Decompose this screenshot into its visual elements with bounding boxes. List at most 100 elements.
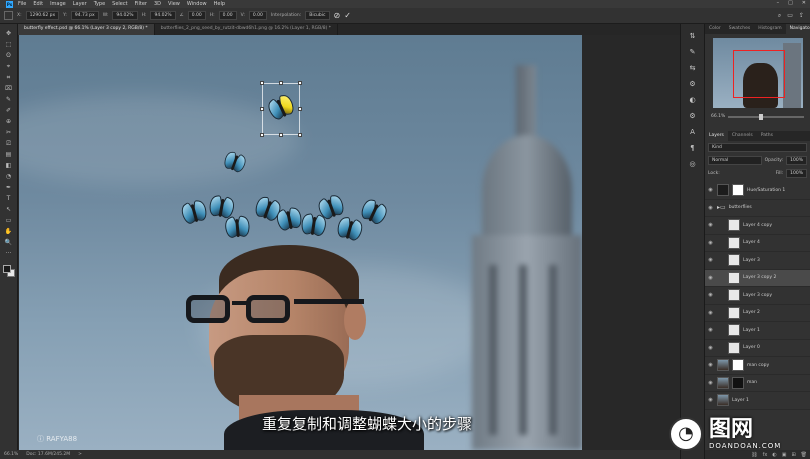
width-field[interactable]: 94.02% <box>112 11 138 20</box>
blend-mode-select[interactable]: Normal <box>708 156 762 165</box>
search-icon[interactable]: ⌕ <box>778 12 781 20</box>
layer-kind-filter[interactable]: Kind <box>708 143 807 152</box>
maximize-button[interactable]: □ <box>788 0 793 6</box>
layer-row[interactable]: ◉ Hue/Saturation 1 <box>705 182 810 200</box>
layer-row[interactable]: ◉ man <box>705 375 810 392</box>
close-button[interactable]: ✕ <box>802 0 806 6</box>
visibility-eye-icon[interactable]: ◉ <box>707 187 714 193</box>
visibility-eye-icon[interactable]: ◉ <box>707 257 714 263</box>
eraser-tool-icon[interactable]: ▤ <box>4 151 14 159</box>
menu-filter[interactable]: Filter <box>135 1 147 7</box>
character-icon[interactable]: A <box>690 128 695 136</box>
visibility-eye-icon[interactable]: ◉ <box>707 205 714 211</box>
status-menu-icon[interactable]: > <box>78 452 82 457</box>
zoom-tool-icon[interactable]: 🔍 <box>4 239 14 247</box>
tab-layers[interactable]: Layers <box>705 131 728 141</box>
styles-icon[interactable]: ⚙ <box>689 112 695 120</box>
history-icon[interactable]: ⇅ <box>690 32 696 40</box>
menu-view[interactable]: View <box>168 1 180 7</box>
brush-tool-icon[interactable]: ⊕ <box>4 118 14 126</box>
transform-handle[interactable] <box>279 133 283 137</box>
clone-source-icon[interactable]: ⇆ <box>690 64 696 72</box>
transform-bounding-box[interactable] <box>262 83 300 135</box>
height-field[interactable]: 94.02% <box>150 11 176 20</box>
transform-handle[interactable] <box>260 107 264 111</box>
navigator-thumbnail[interactable] <box>713 38 803 108</box>
libraries-icon[interactable]: ◎ <box>689 160 695 168</box>
fill-field[interactable]: 100% <box>786 169 807 178</box>
pen-tool-icon[interactable]: ✒ <box>4 184 14 192</box>
angle-field[interactable]: 0.00 <box>187 11 206 20</box>
healing-brush-tool-icon[interactable]: ✐ <box>4 107 14 115</box>
tab-swatches[interactable]: Swatches <box>725 24 755 34</box>
visibility-eye-icon[interactable]: ◉ <box>707 275 714 281</box>
canvas-area[interactable]: ⓘ RAFYA88 重复复制和调整蝴蝶大小的步骤 <box>18 35 680 450</box>
more-tools-icon[interactable]: ··· <box>4 250 14 258</box>
layer-row[interactable]: ◉ Layer 1 <box>705 322 810 340</box>
transform-handle[interactable] <box>298 133 302 137</box>
visibility-eye-icon[interactable]: ◉ <box>707 292 714 298</box>
lasso-tool-icon[interactable]: ʘ <box>4 52 14 60</box>
cancel-transform-icon[interactable]: ⊘ <box>334 11 341 20</box>
transform-handle[interactable] <box>260 81 264 85</box>
blur-tool-icon[interactable]: ◔ <box>4 173 14 181</box>
transform-handle[interactable] <box>298 81 302 85</box>
layer-row[interactable]: ◉ Layer 3 copy <box>705 287 810 305</box>
workspace-icon[interactable]: ▭ <box>787 12 793 20</box>
layer-row[interactable]: ◉ man copy <box>705 357 810 375</box>
visibility-eye-icon[interactable]: ◉ <box>707 362 714 368</box>
layer-row[interactable]: ◉ Layer 1 <box>705 392 810 410</box>
menu-layer[interactable]: Layer <box>73 1 87 7</box>
zoom-level[interactable]: 66.1% <box>4 452 18 457</box>
layer-group-row[interactable]: ◉ ▸▭ butterflies <box>705 200 810 217</box>
tab-navigator[interactable]: Navigator <box>785 24 810 34</box>
menu-edit[interactable]: Edit <box>33 1 43 7</box>
menu-type[interactable]: Type <box>94 1 105 7</box>
clone-stamp-tool-icon[interactable]: ✂ <box>4 129 14 137</box>
menu-help[interactable]: Help <box>214 1 225 7</box>
menu-select[interactable]: Select <box>112 1 127 7</box>
x-field[interactable]: 1290.62 px <box>25 11 60 20</box>
menu-window[interactable]: Window <box>187 1 207 7</box>
reference-point-icon[interactable] <box>4 11 13 20</box>
tab-color[interactable]: Color <box>705 24 725 34</box>
layer-row[interactable]: ◉ Layer 2 <box>705 305 810 322</box>
tab-paths[interactable]: Paths <box>757 131 777 141</box>
history-brush-tool-icon[interactable]: ⎚ <box>4 140 14 148</box>
menu-image[interactable]: Image <box>50 1 66 7</box>
marquee-tool-icon[interactable]: ⬚ <box>4 41 14 49</box>
tab-histogram[interactable]: Histogram <box>754 24 785 34</box>
color-swatches[interactable] <box>2 265 15 277</box>
visibility-eye-icon[interactable]: ◉ <box>707 327 714 333</box>
gradient-tool-icon[interactable]: ◧ <box>4 162 14 170</box>
frame-tool-icon[interactable]: ⌧ <box>4 85 14 93</box>
v-skew-field[interactable]: 0.00 <box>248 11 267 20</box>
hand-tool-icon[interactable]: ✋ <box>4 228 14 236</box>
navigator-zoom-slider[interactable] <box>728 113 804 120</box>
brush-settings-icon[interactable]: ✎ <box>690 48 696 56</box>
menu-3d[interactable]: 3D <box>154 1 161 7</box>
navigator-zoom-value[interactable]: 66.1% <box>711 114 725 119</box>
adjustments-icon[interactable]: ◐ <box>689 96 695 104</box>
layer-row[interactable]: ◉ Layer 0 <box>705 340 810 357</box>
crop-tool-icon[interactable]: ⌗ <box>4 74 14 82</box>
layer-row[interactable]: ◉ Layer 4 <box>705 235 810 252</box>
path-select-tool-icon[interactable]: ↖ <box>4 206 14 214</box>
tab-butterfly-effect[interactable]: butterfly effect.psd @ 66.1% (Layer 3 co… <box>18 24 155 35</box>
menu-file[interactable]: File <box>18 1 26 7</box>
visibility-eye-icon[interactable]: ◉ <box>707 240 714 246</box>
move-tool-icon[interactable]: ✥ <box>4 30 14 38</box>
layer-row[interactable]: ◉ Layer 3 <box>705 252 810 270</box>
transform-handle[interactable] <box>298 107 302 111</box>
document-canvas[interactable]: ⓘ RAFYA88 <box>19 35 582 450</box>
transform-handle[interactable] <box>260 133 264 137</box>
tab-butterflies-png[interactable]: butterflies_2_png_seed_by_rutzit-dbwd6h1… <box>155 24 339 35</box>
transform-handle[interactable] <box>279 81 283 85</box>
layer-row-selected[interactable]: ◉ Layer 3 copy 2 <box>705 269 810 287</box>
type-tool-icon[interactable]: T <box>4 195 14 203</box>
shape-tool-icon[interactable]: ▭ <box>4 217 14 225</box>
layer-row[interactable]: ◉ Layer 4 copy <box>705 217 810 235</box>
visibility-eye-icon[interactable]: ◉ <box>707 310 714 316</box>
visibility-eye-icon[interactable]: ◉ <box>707 380 714 386</box>
interpolation-select[interactable]: Bicubic <box>305 11 330 20</box>
